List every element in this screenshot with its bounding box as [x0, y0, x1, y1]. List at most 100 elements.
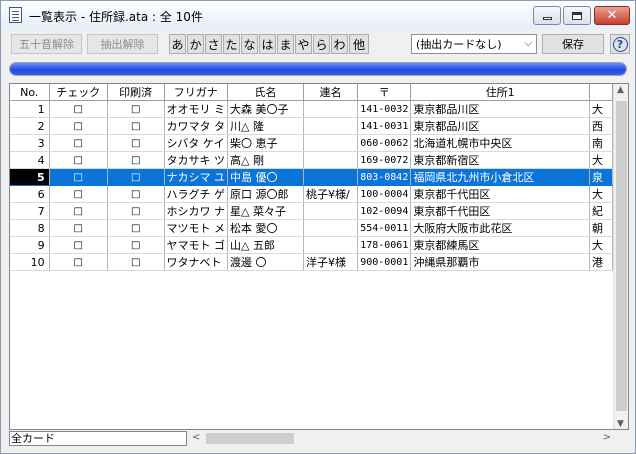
cell-furigana: ホシカワ ナ — [164, 202, 229, 220]
cell-check[interactable]: □ — [49, 151, 108, 169]
scroll-down-icon[interactable]: ▼ — [617, 419, 624, 429]
card-table: No. チェック 印刷済 フリガナ 氏名 連名 〒 住所1 1 □ □ オオモリ ミ大… — [10, 84, 613, 271]
cell-no: 7 — [10, 202, 50, 220]
cell-address1: 東京都新宿区 — [410, 151, 591, 169]
cell-address1: 東京都品川区 — [410, 100, 591, 118]
kana-tab-ha[interactable]: は — [259, 34, 276, 54]
save-button[interactable]: 保存 — [542, 34, 604, 54]
cell-furigana: オオモリ ミ — [164, 100, 229, 118]
cell-name: 柴〇 恵子 — [227, 134, 305, 152]
table-row[interactable]: 8 □ □ マツモト メ松本 愛〇 554-0011 大阪府大阪市此花区朝 — [10, 219, 613, 237]
cell-printed[interactable]: □ — [107, 185, 165, 203]
extract-card-select[interactable]: (抽出カードなし) ⌵ — [411, 34, 537, 54]
gojuon-reset-button[interactable]: 五十音解除 — [11, 34, 82, 54]
close-icon: ✕ — [606, 8, 618, 23]
cell-check[interactable]: □ — [49, 202, 108, 220]
cell-printed[interactable]: □ — [107, 134, 165, 152]
column-header-postal[interactable]: 〒 — [357, 84, 412, 101]
column-header-furigana[interactable]: フリガナ — [164, 84, 229, 101]
cell-no: 1 — [10, 100, 50, 118]
main-window: 一覧表示 - 住所録.ata : 全 10件 ✕ 五十音解除 抽出解除 あ か … — [0, 0, 636, 454]
column-header-printed[interactable]: 印刷済 — [107, 84, 165, 101]
kana-tab-a[interactable]: あ — [169, 34, 186, 54]
cell-address2: 紀 — [589, 202, 613, 220]
cell-postal: 554-0011 — [357, 219, 412, 237]
cell-name: 原口 源〇郎 — [227, 185, 305, 203]
cell-printed[interactable]: □ — [107, 219, 165, 237]
cell-furigana: ワタナベト — [164, 253, 229, 271]
cell-printed[interactable]: □ — [107, 117, 165, 135]
cell-address1: 東京都千代田区 — [410, 202, 591, 220]
table-row[interactable]: 1 □ □ オオモリ ミ大森 美〇子 141-0032 東京都品川区大 — [10, 100, 613, 118]
cell-printed[interactable]: □ — [107, 151, 165, 169]
title-bar[interactable]: 一覧表示 - 住所録.ata : 全 10件 ✕ — [1, 1, 635, 29]
table-row[interactable]: 5 □ □ ナカシマ ユ中島 優〇 803-0842 福岡県北九州市小倉北区泉 — [10, 168, 613, 186]
table-row[interactable]: 9 □ □ ヤマモト ゴ山△ 五郎 178-0061 東京都練馬区大 — [10, 236, 613, 254]
vertical-scrollbar[interactable]: ▲ ▼ — [613, 84, 628, 429]
cell-address2: 南 — [589, 134, 613, 152]
kana-tab-wa[interactable]: わ — [331, 34, 348, 54]
horizontal-scrollbar[interactable]: < > — [188, 431, 615, 446]
table-row[interactable]: 3 □ □ シバタ ケイ 柴〇 恵子 060-0062 北海道札幌市中央区南 — [10, 134, 613, 152]
kana-tab-ta[interactable]: た — [223, 34, 240, 54]
kana-tab-ka[interactable]: か — [187, 34, 204, 54]
cell-no: 4 — [10, 151, 50, 169]
cell-check[interactable]: □ — [49, 253, 108, 271]
horizontal-scroll-thumb[interactable] — [206, 433, 294, 444]
cell-address2: 大 — [589, 100, 613, 118]
column-header-check[interactable]: チェック — [49, 84, 108, 101]
cell-joint-name — [303, 168, 359, 186]
kana-tab-ya[interactable]: や — [295, 34, 312, 54]
cell-check[interactable]: □ — [49, 134, 108, 152]
table-row[interactable]: 7 □ □ ホシカワ ナ星△ 菜々子 102-0094 東京都千代田区紀 — [10, 202, 613, 220]
cell-address1: 東京都品川区 — [410, 117, 591, 135]
cell-furigana: ヤマモト ゴ — [164, 236, 229, 254]
cell-check[interactable]: □ — [49, 100, 108, 118]
minimize-icon — [542, 17, 552, 20]
column-header-joint-name[interactable]: 連名 — [303, 84, 359, 101]
close-button[interactable]: ✕ — [594, 6, 630, 25]
scroll-right-icon[interactable]: > — [603, 432, 611, 443]
cell-check[interactable]: □ — [49, 219, 108, 237]
maximize-button[interactable] — [563, 6, 591, 25]
minimize-button[interactable] — [533, 6, 561, 25]
column-header-address1[interactable]: 住所1 — [410, 84, 591, 101]
kana-tab-ra[interactable]: ら — [313, 34, 330, 54]
help-button[interactable]: ? — [610, 34, 630, 54]
cell-printed[interactable]: □ — [107, 253, 165, 271]
cell-printed[interactable]: □ — [107, 236, 165, 254]
cell-printed[interactable]: □ — [107, 168, 165, 186]
scroll-left-icon[interactable]: < — [192, 432, 200, 443]
kana-tab-ma[interactable]: ま — [277, 34, 294, 54]
maximize-icon — [572, 11, 582, 20]
cell-check[interactable]: □ — [49, 185, 108, 203]
column-header-address2[interactable] — [589, 84, 613, 101]
cell-printed[interactable]: □ — [107, 202, 165, 220]
cell-check[interactable]: □ — [49, 236, 108, 254]
extract-reset-button[interactable]: 抽出解除 — [87, 34, 158, 54]
kana-tab-na[interactable]: な — [241, 34, 258, 54]
cell-printed[interactable]: □ — [107, 100, 165, 118]
vertical-scroll-thumb[interactable] — [616, 101, 627, 411]
column-header-no[interactable]: No. — [10, 84, 50, 101]
table-row[interactable]: 10 □ □ ワタナベト 渡邊 〇洋子¥様 900-0001 沖縄県那覇市港 — [10, 253, 613, 271]
table-header-row: No. チェック 印刷済 フリガナ 氏名 連名 〒 住所1 — [10, 84, 613, 101]
cell-joint-name — [303, 117, 359, 135]
cell-no: 9 — [10, 236, 50, 254]
cell-check[interactable]: □ — [49, 168, 108, 186]
cell-name: 山△ 五郎 — [227, 236, 305, 254]
cell-check[interactable]: □ — [49, 117, 108, 135]
document-icon — [9, 7, 22, 23]
column-header-name[interactable]: 氏名 — [227, 84, 305, 101]
table-row[interactable]: 2 □ □ カワマタ タ川△ 隆 141-0031 東京都品川区西 — [10, 117, 613, 135]
cell-address1: 北海道札幌市中央区 — [410, 134, 591, 152]
cell-furigana: カワマタ タ — [164, 117, 229, 135]
table-row[interactable]: 4 □ □ タカサキ ツ高△ 剛 169-0072 東京都新宿区大 — [10, 151, 613, 169]
cell-postal: 803-0842 — [357, 168, 412, 186]
kana-tab-sa[interactable]: さ — [205, 34, 222, 54]
scroll-up-icon[interactable]: ▲ — [617, 85, 624, 95]
cell-joint-name — [303, 134, 359, 152]
table-row[interactable]: 6 □ □ ハラグチ ゲ原口 源〇郎 桃子¥様/100-0004 東京都千代田区大 — [10, 185, 613, 203]
cell-joint-name — [303, 236, 359, 254]
kana-tab-other[interactable]: 他 — [349, 34, 369, 54]
